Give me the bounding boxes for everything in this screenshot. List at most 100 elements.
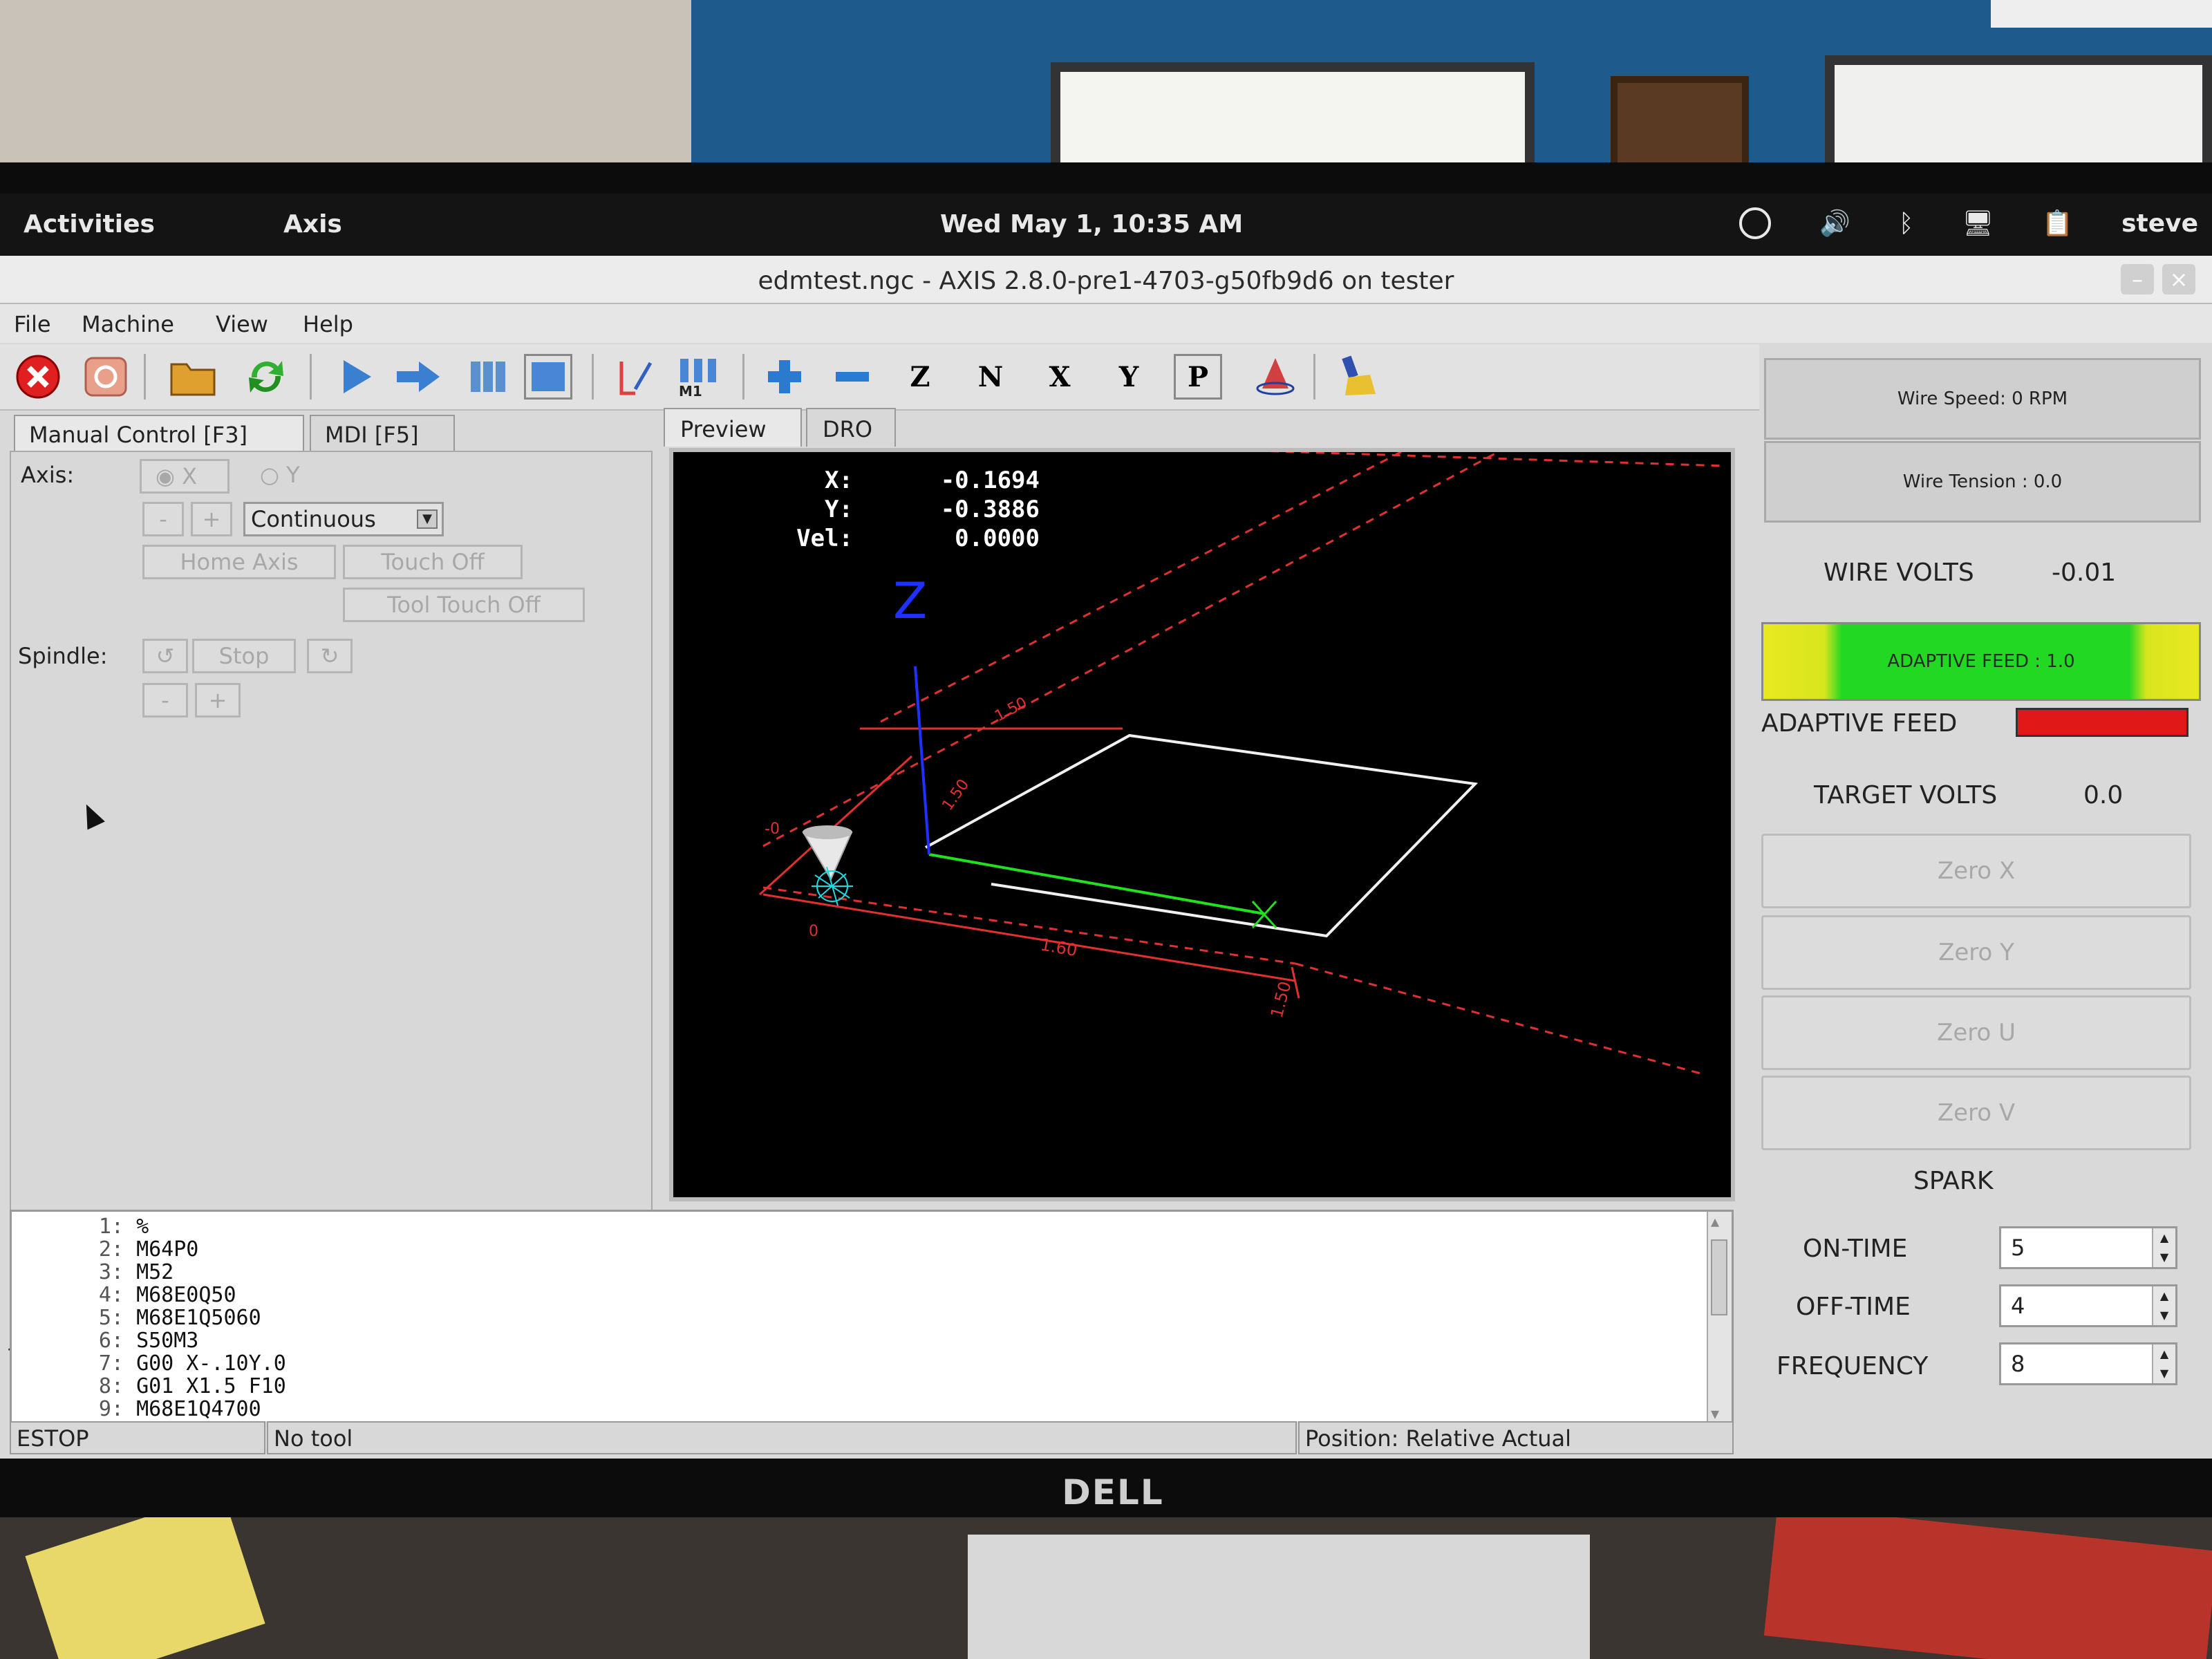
dimension-label: 1.50 bbox=[1267, 980, 1295, 1020]
gcode-line[interactable]: 5: M68E1Q5060 bbox=[12, 1306, 261, 1330]
volume-icon[interactable]: 🔊 bbox=[1819, 209, 1850, 238]
gcode-text: M52 bbox=[136, 1260, 174, 1284]
menu-machine[interactable]: Machine bbox=[82, 311, 174, 337]
extent-line bbox=[762, 893, 1296, 982]
open-file-icon[interactable] bbox=[169, 354, 217, 400]
minimize-icon[interactable]: – bbox=[2121, 264, 2154, 294]
on-time-spinbox[interactable]: 5 ▲ ▼ bbox=[1999, 1226, 2177, 1269]
system-top-bar: Activities Axis Wed May 1, 10:35 AM 🔊 ᛒ … bbox=[0, 194, 2212, 256]
spindle-stop-button[interactable]: Stop bbox=[192, 639, 296, 673]
gcode-line[interactable]: 7: G00 X-.10Y.0 bbox=[12, 1351, 286, 1376]
clock[interactable]: Wed May 1, 10:35 AM bbox=[940, 210, 1243, 238]
manual-control-panel: Axis: ◉ X ○ Y - + Continuous ▼ Home Axis… bbox=[10, 451, 653, 1218]
scroll-up-icon[interactable]: ▲ bbox=[1711, 1213, 1719, 1230]
tab-dro[interactable]: DRO bbox=[806, 408, 896, 447]
gcode-scrollbar-thumb[interactable] bbox=[1711, 1239, 1727, 1315]
spindle-reverse-icon[interactable]: ↺ bbox=[142, 639, 188, 673]
gcode-line-number: 8: bbox=[98, 1374, 124, 1398]
exit-sign bbox=[1991, 0, 2212, 28]
clipboard-icon[interactable]: 📋 bbox=[2042, 209, 2073, 238]
close-icon[interactable]: × bbox=[2162, 264, 2195, 294]
tool-status: No tool bbox=[267, 1421, 1297, 1454]
touchoff-icon[interactable] bbox=[611, 354, 659, 400]
activities-button[interactable]: Activities bbox=[24, 210, 155, 238]
power-icon[interactable] bbox=[82, 354, 130, 400]
system-tray: 🔊 ᛒ 🖥 📋 steve bbox=[1739, 207, 2198, 239]
app-menu[interactable]: Axis bbox=[283, 210, 342, 238]
zero-y-button[interactable]: Zero Y bbox=[1761, 915, 2191, 990]
background-wall-left bbox=[0, 0, 691, 166]
toolpath-preview[interactable]: X: -0.1694 Y: -0.3886 Vel: 0.0000 1.50 1.50 1… bbox=[669, 448, 1735, 1201]
tool-touch-off-button[interactable]: Tool Touch Off bbox=[343, 588, 585, 622]
scroll-down-icon[interactable]: ▼ bbox=[1711, 1405, 1719, 1422]
spindle-forward-icon[interactable]: ↻ bbox=[307, 639, 353, 673]
zoom-in-icon[interactable] bbox=[760, 354, 809, 400]
machine-state: ESTOP bbox=[10, 1421, 265, 1454]
m1-label: M1 bbox=[679, 383, 702, 397]
step-icon[interactable] bbox=[394, 354, 442, 400]
menu-view[interactable]: View bbox=[216, 311, 268, 337]
view-z-icon[interactable]: Z bbox=[896, 354, 944, 400]
zero-v-button[interactable]: Zero V bbox=[1761, 1076, 2191, 1150]
jog-plus-button[interactable]: + bbox=[191, 502, 232, 536]
toolbar-separator bbox=[592, 354, 594, 400]
home-axis-button[interactable]: Home Axis bbox=[142, 545, 336, 579]
tab-mdi[interactable]: MDI [F5] bbox=[310, 415, 455, 451]
network-icon[interactable]: 🖥 bbox=[1962, 209, 1994, 238]
gcode-line[interactable]: 2: M64P0 bbox=[12, 1237, 199, 1262]
gcode-line-number: 6: bbox=[98, 1329, 124, 1353]
pause-icon[interactable] bbox=[463, 354, 512, 400]
touch-off-button[interactable]: Touch Off bbox=[343, 545, 523, 579]
bluetooth-icon[interactable]: ᛒ bbox=[1899, 209, 1914, 238]
stop-icon[interactable] bbox=[524, 354, 572, 400]
estop-icon[interactable] bbox=[14, 354, 62, 400]
user-menu[interactable]: steve bbox=[2121, 209, 2198, 238]
view-z-label: Z bbox=[910, 360, 930, 393]
status-bar: ESTOP No tool Position: Relative Actual bbox=[10, 1421, 1734, 1454]
run-icon[interactable] bbox=[332, 354, 380, 400]
tab-manual-control[interactable]: Manual Control [F3] bbox=[14, 415, 304, 451]
rotate-view-icon[interactable] bbox=[1251, 354, 1300, 400]
gcode-line-number: 9: bbox=[98, 1397, 124, 1421]
zoom-out-icon[interactable] bbox=[828, 354, 877, 400]
axis-y-radio[interactable]: ○ Y bbox=[260, 462, 300, 488]
gcode-line[interactable]: 3: M52 bbox=[12, 1260, 174, 1284]
wire-tension-display: Wire Tension : 0.0 bbox=[1764, 441, 2201, 523]
zero-x-button[interactable]: Zero X bbox=[1761, 834, 2191, 908]
spindle-faster-button[interactable]: + bbox=[195, 683, 241, 718]
view-y-icon[interactable]: Y bbox=[1105, 354, 1153, 400]
spin-arrows-icon[interactable]: ▲ ▼ bbox=[2152, 1344, 2175, 1383]
gcode-listing[interactable]: ▲ ▼ 1: % 2: M64P0 3: M52 4: M68E0Q50 5: M68E… bbox=[10, 1210, 1734, 1425]
clear-backplot-icon[interactable] bbox=[1334, 354, 1382, 400]
gcode-line[interactable]: 4: M68E0Q50 bbox=[12, 1283, 236, 1307]
tab-preview[interactable]: Preview bbox=[664, 408, 802, 447]
gcode-scrollbar[interactable]: ▲ ▼ bbox=[1707, 1212, 1732, 1423]
spindle-slower-button[interactable]: - bbox=[142, 683, 188, 718]
screen: Activities Axis Wed May 1, 10:35 AM 🔊 ᛒ … bbox=[0, 194, 2212, 1459]
gcode-line[interactable]: 8: G01 X1.5 F10 bbox=[12, 1374, 286, 1398]
z-axis-label: Z bbox=[893, 572, 927, 630]
menu-help[interactable]: Help bbox=[303, 311, 353, 337]
accessibility-icon[interactable] bbox=[1739, 207, 1772, 239]
off-time-spinbox[interactable]: 4 ▲ ▼ bbox=[1999, 1284, 2177, 1327]
optional-stop-icon[interactable]: M1 bbox=[675, 354, 723, 400]
gcode-line[interactable]: 9: M68E1Q4700 bbox=[12, 1397, 261, 1421]
view-z-rotated-icon[interactable]: N bbox=[966, 354, 1015, 400]
gcode-line[interactable]: 6: S50M3 bbox=[12, 1329, 199, 1353]
zero-u-button[interactable]: Zero U bbox=[1761, 995, 2191, 1070]
spin-arrows-icon[interactable]: ▲ ▼ bbox=[2152, 1286, 2175, 1325]
adaptive-feed-indicator bbox=[2016, 708, 2188, 737]
reload-icon[interactable] bbox=[242, 354, 290, 400]
spin-arrows-icon[interactable]: ▲ ▼ bbox=[2152, 1228, 2175, 1267]
spindle-label: Spindle: bbox=[18, 643, 108, 669]
frequency-spinbox[interactable]: 8 ▲ ▼ bbox=[1999, 1342, 2177, 1385]
jog-mode-select[interactable]: Continuous ▼ bbox=[243, 502, 444, 536]
axis-x-radio[interactable]: ◉ X bbox=[140, 459, 229, 494]
jog-minus-button[interactable]: - bbox=[142, 502, 184, 536]
extents-markers bbox=[758, 727, 1300, 999]
menu-file[interactable]: File bbox=[14, 311, 51, 337]
monitor-brand-logo: DELL bbox=[1062, 1472, 1164, 1512]
gcode-line[interactable]: 1: % bbox=[12, 1215, 149, 1239]
view-perspective-icon[interactable]: P bbox=[1174, 354, 1222, 400]
view-x-icon[interactable]: X bbox=[1035, 354, 1084, 400]
